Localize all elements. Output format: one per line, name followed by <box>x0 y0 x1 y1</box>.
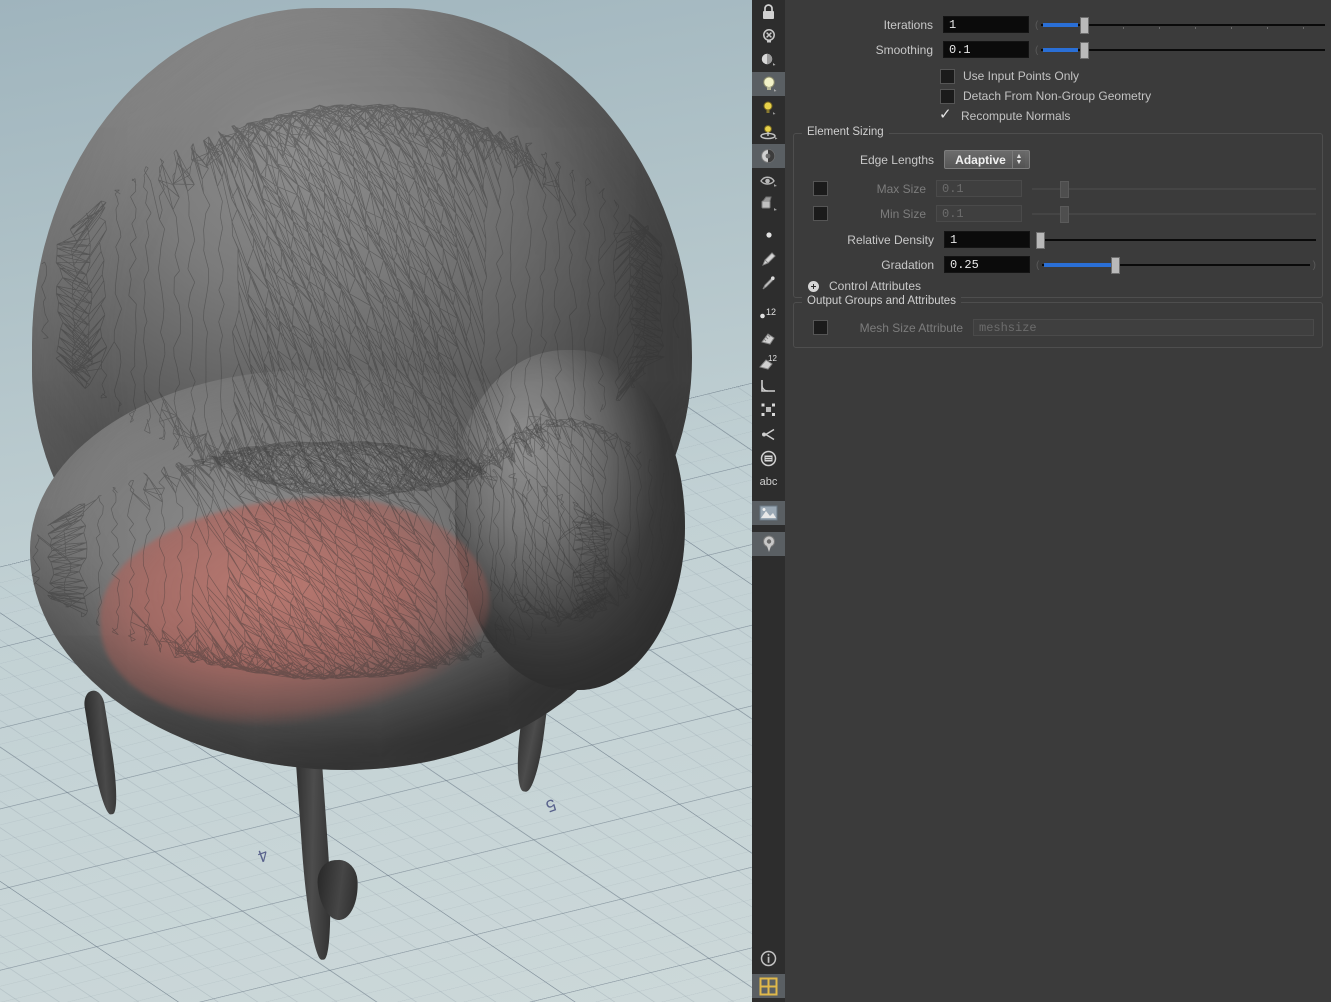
ambient-light-icon[interactable] <box>752 48 785 72</box>
checkbox-detach-from-non-group-geometry[interactable] <box>940 88 955 104</box>
camera-icon[interactable] <box>752 144 785 168</box>
param-row-relative-density[interactable]: Relative Density 1 <box>794 228 1322 251</box>
svg-text:12: 12 <box>766 307 776 317</box>
group-element-sizing: Element Sizing Edge Lengths Adaptive ▲ ▼ … <box>793 126 1323 298</box>
input-iterations[interactable]: 1 <box>943 16 1029 33</box>
label-relative-density: Relative Density <box>847 232 934 247</box>
input-max-size[interactable]: 0.1 <box>936 180 1022 197</box>
label-edge-lengths: Edge Lengths <box>859 152 934 167</box>
chair-mesh-object[interactable] <box>0 0 752 1002</box>
label-mesh-size-attribute: Mesh Size Attribute <box>859 320 963 335</box>
input-relative-density[interactable]: 1 <box>944 231 1030 248</box>
tool-separator <box>752 556 785 563</box>
param-row-edge-lengths[interactable]: Edge Lengths Adaptive ▲ ▼ <box>794 148 1322 171</box>
input-min-size[interactable]: 0.1 <box>936 205 1022 222</box>
label-detach-from-non-group-geometry: Detach From Non-Group Geometry <box>963 89 1152 103</box>
tool-separator <box>752 295 785 302</box>
no-light-icon[interactable] <box>752 24 785 48</box>
param-row-iterations[interactable]: Iterations 1 ( <box>785 13 1331 36</box>
slider-gradation[interactable]: ( ) <box>1036 256 1316 274</box>
checkbox-row-recompute-normals[interactable]: Recompute Normals <box>785 105 1331 126</box>
param-row-mesh-size-attribute[interactable]: Mesh Size Attribute meshsize <box>794 316 1322 339</box>
grid-icon[interactable] <box>752 974 785 998</box>
label-max-size: Max Size <box>876 181 926 196</box>
tool-separator <box>752 525 785 532</box>
abc-text-icon[interactable]: abc <box>752 470 785 494</box>
viewport-tool-strip[interactable]: 12 12 abc <box>752 0 786 1002</box>
param-row-smoothing[interactable]: Smoothing 0.1 ( <box>785 38 1331 61</box>
point-icon[interactable] <box>752 223 785 247</box>
updown-arrows-icon: ▲ ▼ <box>1012 151 1025 168</box>
chair-leg-left <box>82 689 122 816</box>
input-gradation[interactable]: 0.25 <box>944 256 1030 273</box>
checkbox-row-use-input-points[interactable]: Use Input Points Only <box>785 66 1331 86</box>
dropdown-edge-lengths-value: Adaptive <box>955 152 1006 167</box>
tool-separator <box>752 494 785 501</box>
group-output-groups: Output Groups and Attributes Mesh Size A… <box>793 295 1323 348</box>
label-use-input-points-only: Use Input Points Only <box>963 69 1080 83</box>
houdini-window: 5 4 12 12 abc Iterations 1 (Smoothing 0… <box>0 0 1331 1002</box>
expander-control-attributes[interactable]: Control Attributes <box>794 276 1322 296</box>
spot-light-icon[interactable] <box>752 96 785 120</box>
label-min-size: Min Size <box>879 206 926 221</box>
label-iterations: Iterations <box>883 17 933 32</box>
paint-icon[interactable] <box>752 247 785 271</box>
normals-icon[interactable] <box>752 422 785 446</box>
label-control-attributes: Control Attributes <box>829 279 922 293</box>
checkbox-min-size[interactable] <box>813 206 828 221</box>
eye-look-icon[interactable] <box>752 168 785 192</box>
input-mesh-size-attribute[interactable]: meshsize <box>973 319 1314 336</box>
label-gradation: Gradation <box>881 257 934 272</box>
right-panel: Iterations 1 ( Smoothing 0.1 (Use Input… <box>785 0 1331 1002</box>
marker-pin-icon[interactable] <box>752 532 785 556</box>
checkbox-row-detach-from-non-group[interactable]: Detach From Non-Group Geometry <box>785 86 1331 106</box>
label-smoothing: Smoothing <box>875 42 933 57</box>
point-light-icon[interactable] <box>752 72 785 96</box>
angle-icon[interactable] <box>752 374 785 398</box>
group-title-output-groups: Output Groups and Attributes <box>802 295 961 307</box>
pen-icon[interactable] <box>752 271 785 295</box>
param-row-min-size[interactable]: Min Size 0.1 <box>794 202 1322 225</box>
checkbox-max-size[interactable] <box>813 181 828 196</box>
checkbox-mesh-size-attribute[interactable] <box>813 320 828 335</box>
3d-viewport[interactable]: 5 4 <box>0 0 752 1002</box>
param-row-max-size[interactable]: Max Size 0.1 <box>794 177 1322 200</box>
bundle-icon[interactable] <box>752 192 785 216</box>
group-title-element-sizing: Element Sizing <box>802 126 889 138</box>
slider-max-size[interactable] <box>1028 180 1316 198</box>
image-plane-icon[interactable] <box>752 501 785 525</box>
tool-separator <box>752 216 785 223</box>
number-12-alt-icon[interactable]: 12 <box>752 350 785 374</box>
svg-text:12: 12 <box>768 354 777 363</box>
plus-circle-icon <box>808 280 819 292</box>
input-smoothing[interactable]: 0.1 <box>943 41 1029 58</box>
parameter-editor: Iterations 1 ( Smoothing 0.1 (Use Input… <box>785 0 1331 444</box>
label-recompute-normals: Recompute Normals <box>961 109 1071 123</box>
dropdown-edge-lengths[interactable]: Adaptive ▲ ▼ <box>944 150 1030 169</box>
slider-iterations[interactable]: ( <box>1035 16 1325 34</box>
checkbox-use-input-points-only[interactable] <box>940 68 955 84</box>
param-row-gradation[interactable]: Gradation 0.25 ( ) <box>794 253 1322 276</box>
chair-armrest-right <box>455 350 685 690</box>
slider-smoothing[interactable]: ( <box>1035 41 1325 59</box>
bounding-box-icon[interactable] <box>752 398 785 422</box>
area-light-icon[interactable] <box>752 120 785 144</box>
checkbox-recompute-normals[interactable] <box>939 105 953 123</box>
info-icon[interactable] <box>752 946 785 970</box>
lock-icon[interactable] <box>752 0 785 24</box>
number-12-icon[interactable]: 12 <box>752 302 785 326</box>
measure-icon[interactable] <box>752 326 785 350</box>
slider-min-size[interactable] <box>1028 205 1316 223</box>
disc-icon[interactable] <box>752 446 785 470</box>
slider-relative-density[interactable] <box>1036 231 1316 249</box>
